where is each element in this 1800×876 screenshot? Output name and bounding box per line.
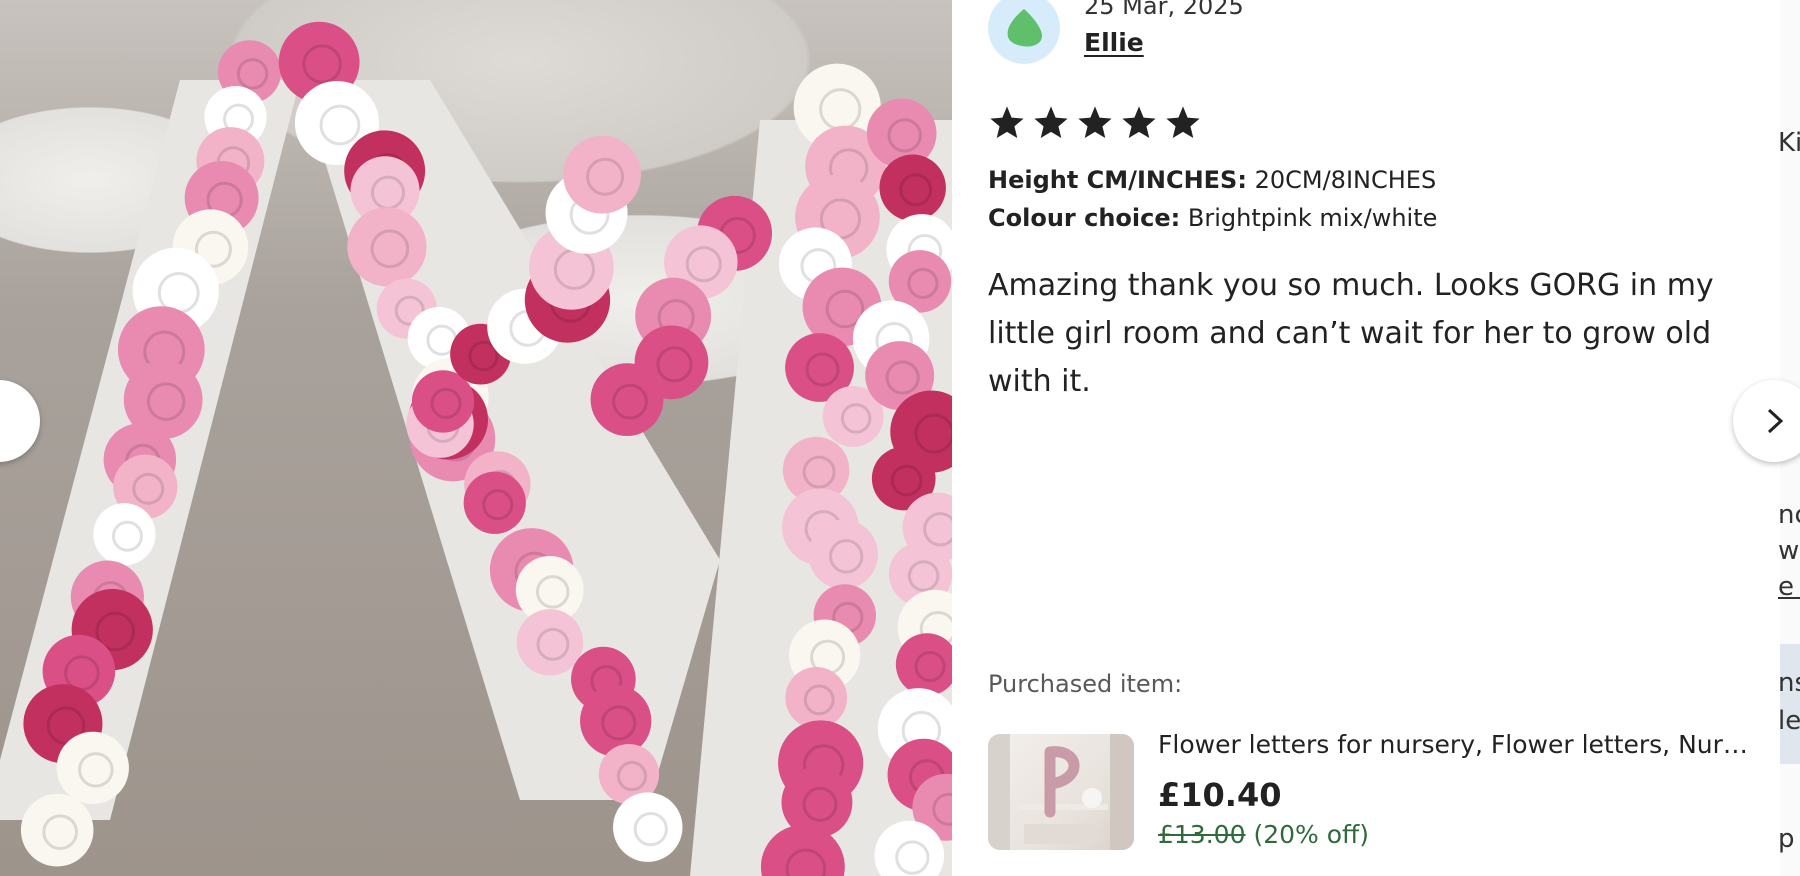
attribute-height: Height CM/INCHES: 20CM/8INCHES	[988, 166, 1436, 194]
purchased-item-label: Purchased item:	[988, 670, 1183, 698]
reviewer-avatar	[988, 0, 1060, 64]
rose-decoration	[93, 503, 156, 566]
review-photo	[0, 0, 952, 876]
attribute-label: Height CM/INCHES:	[988, 166, 1247, 194]
rose-decoration	[463, 471, 526, 534]
attribute-value: 20CM/8INCHES	[1254, 166, 1437, 194]
reviewer-name-link[interactable]: Ellie	[1084, 28, 1144, 57]
rose-decoration	[580, 685, 652, 757]
rose-decoration	[516, 609, 584, 676]
rose-decoration	[808, 519, 879, 590]
star-icon	[1122, 106, 1156, 139]
background-text-fragment: w	[1778, 536, 1800, 566]
purchased-item-thumbnail[interactable]	[988, 734, 1134, 850]
rose-decoration	[56, 731, 129, 805]
attribute-value: Brightpink mix/white	[1187, 204, 1438, 232]
background-text-fragment: ns	[1778, 668, 1800, 698]
background-text-fragment: Ki	[1778, 128, 1800, 158]
star-icon	[1166, 106, 1200, 139]
rose-decoration	[347, 207, 427, 287]
rose-decoration	[590, 363, 664, 437]
flower-letter-photo	[0, 21, 952, 876]
original-price-value: £13.00	[1158, 820, 1246, 849]
background-text-fragment: e r	[1778, 572, 1800, 602]
item-thumbnail-image	[988, 734, 1134, 850]
purchased-item-title-link[interactable]: Flower letters for nursery, Flower lette…	[1158, 730, 1758, 759]
discount-value: (20% off)	[1253, 820, 1369, 849]
purchased-item-price: £10.40	[1158, 776, 1282, 814]
avatar-shape-icon	[1007, 9, 1042, 47]
star-icon	[990, 106, 1024, 139]
background-highlight-band	[1780, 644, 1800, 764]
star-icon	[1078, 106, 1112, 139]
chevron-right-icon	[1767, 408, 1784, 434]
background-text-fragment: le	[1778, 706, 1800, 736]
review-panel: 25 Mar, 2025 Ellie Height CM/INCHES: 20C…	[952, 0, 1780, 876]
attribute-label: Colour choice:	[988, 204, 1181, 232]
background-text-fragment: nc	[1778, 500, 1800, 530]
attribute-colour: Colour choice: Brightpink mix/white	[988, 204, 1437, 232]
purchased-item-original-price: £13.00 (20% off)	[1158, 820, 1369, 849]
rose-decoration	[785, 666, 848, 729]
rose-decoration	[613, 792, 683, 862]
background-text-fragment: p	[1778, 824, 1795, 854]
star-rating	[988, 104, 1202, 142]
review-date: 25 Mar, 2025	[1084, 0, 1244, 20]
star-icon	[1034, 106, 1068, 139]
rose-decoration	[563, 135, 641, 214]
rose-decoration	[20, 793, 94, 867]
rose-decoration	[879, 154, 946, 221]
review-text: Amazing thank you so much. Looks GORG in…	[988, 268, 1714, 399]
